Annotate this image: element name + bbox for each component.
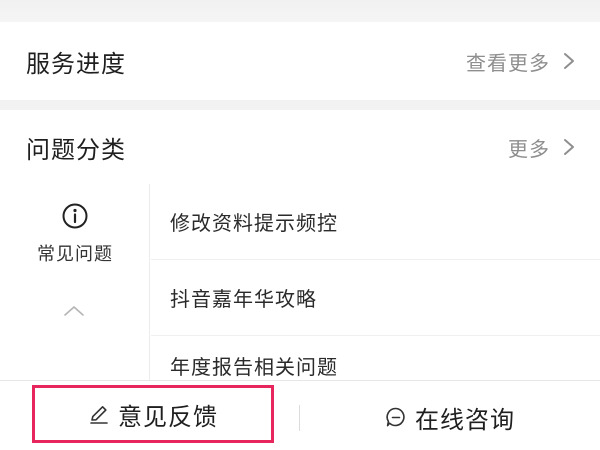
chevron-up-icon[interactable] (62, 304, 86, 318)
question-item[interactable]: 年度报告相关问题 (151, 336, 600, 380)
online-consult-label: 在线咨询 (415, 405, 515, 434)
bottom-action-bar: 意见反馈 在线咨询 (0, 380, 600, 450)
question-list: 修改资料提示频控 抖音嘉年华攻略 年度报告相关问题 (151, 184, 600, 380)
view-more-label: 查看更多 (466, 50, 550, 75)
online-consult-button[interactable]: 在线咨询 (360, 388, 540, 446)
top-strip (0, 0, 600, 22)
chevron-right-icon (564, 53, 574, 69)
category-sidebar: 常见问题 (0, 184, 150, 380)
category-more-link[interactable]: 更多 (508, 133, 576, 162)
category-body: 常见问题 修改资料提示频控 抖音嘉年华攻略 年度报告相关问题 (0, 184, 600, 380)
bar-divider (299, 405, 300, 431)
question-item[interactable]: 修改资料提示频控 (151, 184, 600, 260)
feedback-button[interactable]: 意见反馈 (32, 385, 274, 443)
service-progress-header: 服务进度 查看更多 (0, 22, 600, 100)
faq-tab-label: 常见问题 (37, 244, 113, 265)
feedback-label: 意见反馈 (118, 402, 218, 431)
service-progress-title: 服务进度 (26, 49, 126, 78)
question-item[interactable]: 抖音嘉年华攻略 (151, 260, 600, 336)
pencil-icon (90, 406, 108, 424)
view-more-link[interactable]: 查看更多 (466, 47, 576, 76)
question-category-header: 问题分类 更多 (0, 110, 600, 184)
chevron-right-icon (564, 139, 574, 155)
question-category-title: 问题分类 (26, 135, 126, 164)
section-gap (0, 100, 600, 110)
category-more-label: 更多 (508, 136, 550, 161)
info-icon (62, 203, 88, 229)
faq-tab[interactable]: 常见问题 (0, 202, 150, 266)
chat-bubble-icon (386, 407, 405, 427)
